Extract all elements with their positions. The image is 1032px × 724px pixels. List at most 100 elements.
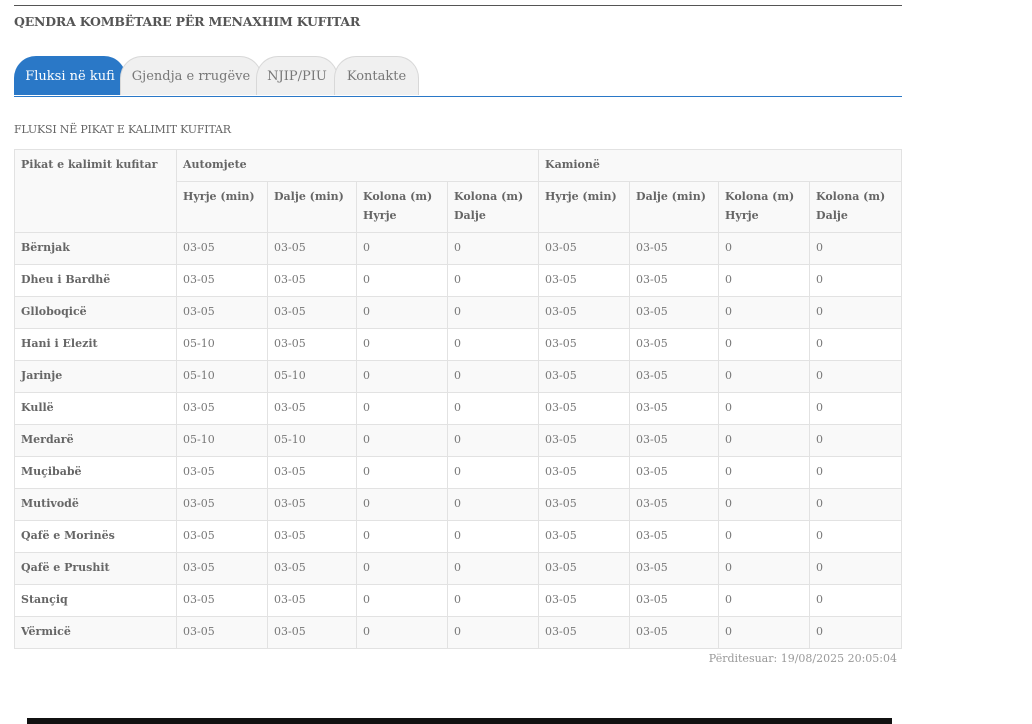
table-cell: 0 [809, 296, 903, 329]
header-trucks-queue-out: Kolona (m) Dalje [809, 181, 903, 233]
table-cell: 03-05 [267, 584, 357, 617]
table-cell: 0 [718, 264, 811, 297]
table-cell: 0 [718, 456, 811, 489]
table-cell: 03-05 [538, 264, 631, 297]
table-cell: 0 [718, 392, 811, 425]
header-crossing-points: Pikat e kalimit kufitar [14, 149, 177, 233]
table-cell: 0 [718, 232, 811, 265]
table-cell: 03-05 [538, 520, 631, 553]
table-cell: 05-10 [176, 360, 268, 393]
table-cell: 03-05 [176, 456, 268, 489]
table-cell: 0 [809, 584, 903, 617]
table-cell: 0 [809, 456, 903, 489]
header-vehicles-in: Hyrje (min) [176, 181, 268, 233]
tab-border-flow[interactable]: Fluksi në kufi [14, 56, 126, 95]
table-cell: 03-05 [267, 392, 357, 425]
table-row: Qafë e Prushit 03-05 03-05 0 0 03-05 03-05 0 0 [14, 552, 903, 585]
table-cell: 0 [718, 424, 811, 457]
table-cell: 0 [809, 488, 903, 521]
table-cell: 0 [809, 424, 903, 457]
table-cell: 03-05 [267, 616, 357, 649]
table-cell: 03-05 [538, 296, 631, 329]
table-cell: 03-05 [267, 264, 357, 297]
table-cell: 03-05 [538, 616, 631, 649]
table-cell: 0 [446, 360, 540, 393]
embedded-media-bar [27, 718, 892, 724]
tab-contacts[interactable]: Kontakte [334, 56, 419, 95]
table-cell: 0 [446, 424, 540, 457]
tab-bar: Fluksi në kufi Gjendja e rrugëve NJIP/PI… [14, 56, 902, 97]
table-cell: 03-05 [629, 392, 720, 425]
table-cell: 0 [356, 392, 448, 425]
tab-road-conditions[interactable]: Gjendja e rrugëve [120, 56, 262, 95]
table-cell: 03-05 [176, 616, 268, 649]
crossing-name: Hani i Elezit [14, 328, 177, 361]
header-trucks-queue-in: Kolona (m) Hyrje [718, 181, 811, 233]
table-cell: 0 [809, 552, 903, 585]
table-cell: 0 [356, 616, 448, 649]
crossing-name: Qafë e Prushit [14, 552, 177, 585]
tab-njip-piu[interactable]: NJIP/PIU [256, 56, 338, 95]
table-cell: 05-10 [267, 360, 357, 393]
table-cell: 0 [718, 616, 811, 649]
table-cell: 05-10 [176, 424, 268, 457]
table-cell: 0 [356, 456, 448, 489]
border-flow-table: Pikat e kalimit kufitar Automjete Kamion… [14, 149, 903, 649]
table-cell: 0 [446, 264, 540, 297]
table-cell: 0 [718, 328, 811, 361]
table-cell: 0 [356, 328, 448, 361]
table-cell: 03-05 [538, 328, 631, 361]
table-cell: 0 [356, 584, 448, 617]
table-cell: 03-05 [176, 584, 268, 617]
table-cell: 0 [446, 616, 540, 649]
table-row: Vërmicë 03-05 03-05 0 0 03-05 03-05 0 0 [14, 616, 903, 649]
table-cell: 03-05 [538, 456, 631, 489]
crossing-name: Merdarë [14, 424, 177, 457]
table-cell: 03-05 [267, 488, 357, 521]
header-vehicles-queue-out: Kolona (m) Dalje [446, 181, 540, 233]
table-cell: 0 [446, 552, 540, 585]
crossing-name: Qafë e Morinës [14, 520, 177, 553]
table-row: Jarinje 05-10 05-10 0 0 03-05 03-05 0 0 [14, 360, 903, 393]
crossing-name: Stançiq [14, 584, 177, 617]
table-cell: 03-05 [629, 616, 720, 649]
table-cell: 0 [446, 584, 540, 617]
table-row: Kullë 03-05 03-05 0 0 03-05 03-05 0 0 [14, 392, 903, 425]
table-cell: 0 [446, 392, 540, 425]
table-cell: 03-05 [267, 296, 357, 329]
table-cell: 03-05 [176, 552, 268, 585]
table-cell: 03-05 [629, 520, 720, 553]
table-cell: 0 [356, 424, 448, 457]
table-row: Dheu i Bardhë 03-05 03-05 0 0 03-05 03-05 0 0 [14, 264, 903, 297]
table-cell: 03-05 [176, 232, 268, 265]
table-cell: 03-05 [176, 296, 268, 329]
table-row: Glloboqicë 03-05 03-05 0 0 03-05 03-05 0 0 [14, 296, 903, 329]
table-cell: 03-05 [538, 584, 631, 617]
table-cell: 03-05 [538, 360, 631, 393]
table-row: Mutivodë 03-05 03-05 0 0 03-05 03-05 0 0 [14, 488, 903, 521]
table-cell: 03-05 [629, 232, 720, 265]
table-cell: 03-05 [176, 520, 268, 553]
table-cell: 0 [809, 392, 903, 425]
table-cell: 0 [356, 264, 448, 297]
table-cell: 0 [446, 232, 540, 265]
table-cell: 03-05 [629, 488, 720, 521]
header-trucks-in: Hyrje (min) [538, 181, 631, 233]
table-cell: 03-05 [629, 360, 720, 393]
crossing-name: Kullë [14, 392, 177, 425]
header-trucks-out: Dalje (min) [629, 181, 720, 233]
table-cell: 03-05 [267, 520, 357, 553]
table-cell: 0 [356, 520, 448, 553]
table-cell: 03-05 [176, 488, 268, 521]
table-cell: 03-05 [267, 328, 357, 361]
table-cell: 03-05 [629, 456, 720, 489]
table-cell: 03-05 [629, 296, 720, 329]
table-cell: 03-05 [629, 424, 720, 457]
table-cell: 0 [446, 296, 540, 329]
table-cell: 0 [809, 264, 903, 297]
table-row: Qafë e Morinës 03-05 03-05 0 0 03-05 03-05 0 0 [14, 520, 903, 553]
table-cell: 03-05 [538, 424, 631, 457]
table-cell: 03-05 [538, 552, 631, 585]
table-cell: 0 [356, 360, 448, 393]
table-cell: 0 [446, 328, 540, 361]
